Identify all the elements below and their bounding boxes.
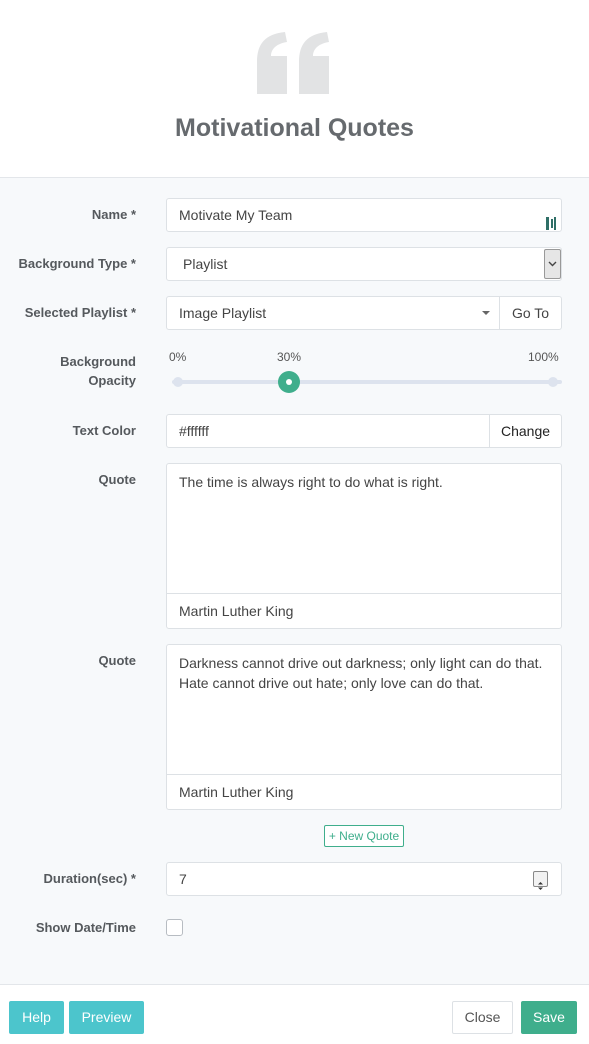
duration-label: Duration(sec) * [43,871,136,886]
goto-button[interactable]: Go To [499,296,562,330]
opacity-max-label: 100% [528,350,559,364]
opacity-label-line2: Opacity [88,373,136,388]
quote-label: Quote [98,653,136,668]
quote-textarea[interactable]: The time is always right to do what is r… [179,472,551,492]
quote-box: Darkness cannot drive out darkness; only… [166,644,562,810]
new-quote-button[interactable]: + New Quote [324,825,404,847]
change-color-button[interactable]: Change [489,414,562,448]
quote-author-input[interactable]: Martin Luther King [167,774,561,809]
quote-textarea[interactable]: Darkness cannot drive out darkness; only… [179,653,551,693]
page-title: Motivational Quotes [175,114,414,142]
duration-input[interactable]: 7 [166,862,562,896]
save-button[interactable]: Save [521,1001,577,1034]
chevron-down-icon[interactable] [544,249,561,279]
background-opacity-label: Background Opacity [60,352,136,390]
text-color-input[interactable]: #ffffff [166,414,490,448]
quote-icon [257,32,329,94]
duration-value: 7 [179,871,187,887]
show-datetime-checkbox[interactable] [166,919,183,936]
selected-playlist-label: Selected Playlist * [24,305,136,320]
text-color-label: Text Color [72,423,136,438]
footer: Help Preview Close Save [0,984,589,1044]
help-button[interactable]: Help [9,1001,64,1034]
close-button[interactable]: Close [452,1001,513,1034]
show-datetime-label: Show Date/Time [35,920,136,935]
caret-down-icon [482,311,490,315]
opacity-slider-track[interactable] [172,380,562,384]
background-type-value: Playlist [183,256,228,272]
spinner-icon[interactable] [533,871,548,890]
settings-form: Name * Motivate My Team Background Type … [0,178,589,984]
playlist-value: Image Playlist [179,305,267,321]
header: Motivational Quotes [0,0,589,178]
quote-box: The time is always right to do what is r… [166,463,562,629]
playlist-select[interactable]: Image Playlist [166,296,500,330]
background-type-label: Background Type * [18,256,136,271]
opacity-current-label: 30% [277,350,302,364]
slider-max-dot [548,377,558,387]
opacity-min-label: 0% [169,350,187,364]
barcode-icon[interactable] [546,209,556,230]
name-label: Name * [91,207,136,222]
slider-min-dot [173,377,183,387]
quote-author-input[interactable]: Martin Luther King [167,593,561,628]
preview-button[interactable]: Preview [69,1001,144,1034]
quote-label: Quote [98,472,136,487]
name-value: Motivate My Team [179,207,293,223]
text-color-value: #ffffff [179,423,209,439]
opacity-slider-handle[interactable] [278,371,300,393]
name-input[interactable]: Motivate My Team [166,198,562,232]
opacity-label-line1: Background [60,354,136,369]
background-type-select[interactable]: Playlist [166,247,562,281]
